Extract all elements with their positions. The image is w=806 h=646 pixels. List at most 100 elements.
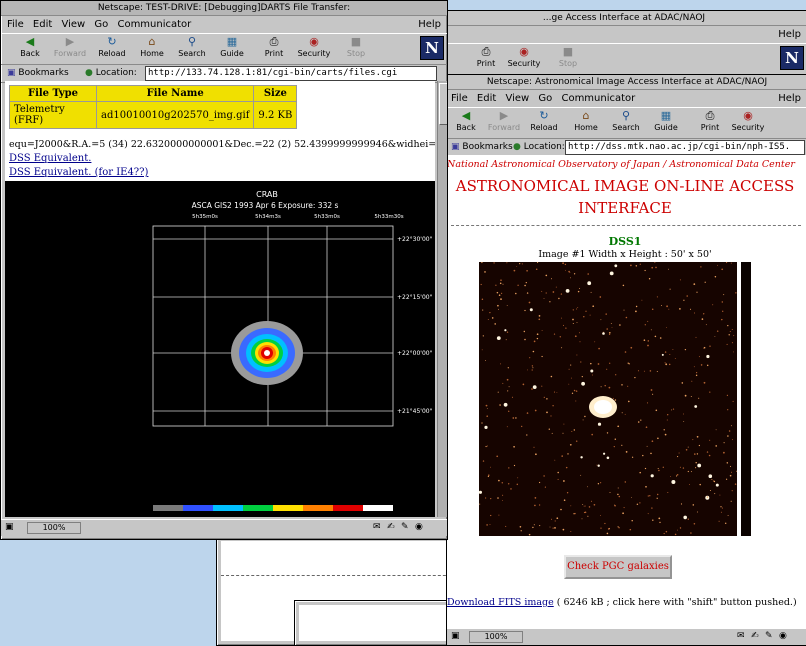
- back-arrow-icon: ◀: [25, 35, 35, 48]
- home-button[interactable]: ⌂ Home: [133, 35, 171, 59]
- navigator-icon[interactable]: ◉: [415, 522, 425, 532]
- column-header: File Type: [9, 85, 97, 102]
- asca-image-plot[interactable]: CRAB ASCA GIS2 1993 Apr 6 Exposure: 332 …: [5, 181, 435, 517]
- bookmark-icon: ▣: [7, 68, 16, 78]
- menu-file[interactable]: File: [7, 19, 24, 30]
- column-header: File Name: [95, 85, 255, 102]
- lock-icon: ◉: [519, 45, 529, 58]
- plot-object-name: CRAB: [256, 190, 278, 199]
- mail-icon[interactable]: ✉: [373, 522, 383, 532]
- location-url-field[interactable]: http://dss.mtk.nao.ac.jp/cgi-bin/nph-IS5…: [565, 140, 805, 155]
- survey-label: DSS1: [608, 235, 642, 248]
- scrollbar-thumb[interactable]: [439, 83, 447, 125]
- stop-button[interactable]: ■ Stop: [337, 35, 375, 59]
- security-button[interactable]: ◉ Security: [295, 35, 333, 59]
- security-button[interactable]: ◉ Security: [505, 45, 543, 69]
- ra-tick-label: 5h33m0s: [314, 214, 340, 220]
- divider: [451, 225, 801, 226]
- netscape-logo: N: [780, 46, 804, 70]
- menu-go[interactable]: Go: [538, 93, 552, 104]
- dss-equivalent-link[interactable]: DSS Equivalent.: [9, 153, 91, 164]
- table-cell: 9.2 KB: [253, 101, 298, 129]
- ra-tick-label: 5h33m30s: [374, 214, 403, 220]
- forward-button[interactable]: ▶ Forward: [485, 109, 523, 133]
- background-browser-window: ...ge Access Interface at ADAC/NAOJ Help…: [440, 10, 806, 82]
- stop-icon: ■: [350, 35, 362, 48]
- query-string: equ=J2000&R.A.=5 (34) 22.6320000000001&D…: [9, 139, 435, 150]
- vertical-scrollbar[interactable]: [437, 81, 447, 517]
- background-window-lower-2: [294, 600, 456, 646]
- discussion-icon[interactable]: ✍: [387, 522, 397, 532]
- menu-bar: Help: [441, 26, 806, 43]
- back-button[interactable]: ◀ Back: [447, 109, 485, 133]
- menu-edit[interactable]: Edit: [477, 93, 496, 104]
- forward-arrow-icon: ▶: [499, 109, 509, 122]
- reload-button[interactable]: ↻ Reload: [93, 35, 131, 59]
- image-edge-dark: [741, 262, 751, 536]
- menu-communicator[interactable]: Communicator: [117, 19, 191, 30]
- table-cell: Telemetry (FRF): [9, 101, 97, 129]
- composer-icon[interactable]: ✎: [401, 522, 411, 532]
- status-bar: ▣ 100% ✉ ✍ ✎ ◉: [447, 628, 806, 645]
- menu-view[interactable]: View: [61, 19, 85, 30]
- table-row: Telemetry (FRF) ad10010010g202570_img.gi…: [9, 101, 298, 129]
- reload-button[interactable]: ↻ Reload: [525, 109, 563, 133]
- print-button[interactable]: ⎙ Print: [467, 45, 505, 69]
- guide-button[interactable]: ▦ Guide: [213, 35, 251, 59]
- organization-line: National Astronomical Observatory of Jap…: [447, 159, 795, 170]
- progress-indicator: 100%: [469, 631, 523, 643]
- security-status-icon[interactable]: ▣: [5, 522, 15, 532]
- download-fits-link[interactable]: Download FITS image: [447, 597, 554, 608]
- file-name-link[interactable]: ad10010010g202570_img.gif: [95, 101, 255, 129]
- image-caption: Image #1 Width x Height : 50' x 50': [538, 249, 712, 260]
- menu-communicator[interactable]: Communicator: [561, 93, 635, 104]
- composer-icon[interactable]: ✎: [765, 631, 775, 641]
- home-button[interactable]: ⌂ Home: [567, 109, 605, 133]
- navigation-toolbar: ◀ Back ▶ Forward ↻ Reload ⌂ Home ⚲ Search ▦ Gu…: [1, 33, 447, 65]
- search-button[interactable]: ⚲ Search: [173, 35, 211, 59]
- search-icon: ⚲: [187, 35, 197, 48]
- dec-tick-label: +22°15'00": [397, 294, 433, 301]
- menu-file[interactable]: File: [451, 93, 468, 104]
- bookmarks-button[interactable]: ▣ Bookmarks: [451, 142, 513, 152]
- menu-help[interactable]: Help: [778, 26, 801, 43]
- discussion-icon[interactable]: ✍: [751, 631, 761, 641]
- mail-icon[interactable]: ✉: [737, 631, 747, 641]
- navigator-icon[interactable]: ◉: [779, 631, 789, 641]
- back-button[interactable]: ◀ Back: [11, 35, 49, 59]
- forward-button[interactable]: ▶ Forward: [51, 35, 89, 59]
- reload-icon: ↻: [107, 35, 117, 48]
- check-pgc-galaxies-button[interactable]: Check PGC galaxies: [564, 555, 672, 579]
- menu-edit[interactable]: Edit: [33, 19, 52, 30]
- menu-bar: File Edit View Go Communicator Help: [447, 90, 806, 107]
- dss-equivalent-ie4-link[interactable]: DSS Equivalent. (for IE4??): [9, 167, 148, 178]
- dec-tick-label: +21°45'00": [397, 408, 433, 415]
- lock-icon: ◉: [743, 109, 753, 122]
- plot-background: [5, 181, 435, 517]
- navigation-toolbar: ◀ Back ▶ Forward ↻ Reload ⌂ Home ⚲ Search ▦ Gu…: [447, 107, 806, 139]
- stop-icon: ■: [562, 45, 574, 58]
- menu-go[interactable]: Go: [94, 19, 108, 30]
- location-label: ● Location:: [513, 142, 565, 152]
- bookmarks-button[interactable]: ▣ Bookmarks: [7, 68, 69, 78]
- menu-help[interactable]: Help: [418, 16, 441, 33]
- security-status-icon[interactable]: ▣: [451, 631, 461, 641]
- download-note: ( 6246 kB ; click here with "shift" butt…: [556, 597, 797, 608]
- location-icon: ●: [513, 142, 521, 152]
- printer-icon: ⎙: [269, 35, 279, 48]
- location-url-field[interactable]: http://133.74.128.1:81/cgi-bin/carts/fil…: [145, 66, 437, 81]
- bookmark-icon: ▣: [451, 142, 460, 152]
- stop-button[interactable]: ■ Stop: [549, 45, 587, 69]
- forward-arrow-icon: ▶: [65, 35, 75, 48]
- print-button[interactable]: ⎙ Print: [255, 35, 293, 59]
- guide-button[interactable]: ▦ Guide: [647, 109, 685, 133]
- window-title: Netscape: Astronomical Image Access Inte…: [447, 75, 806, 90]
- print-button[interactable]: ⎙ Print: [691, 109, 729, 133]
- menu-view[interactable]: View: [505, 93, 529, 104]
- location-icon: ●: [85, 68, 93, 78]
- menu-help[interactable]: Help: [778, 90, 801, 107]
- search-button[interactable]: ⚲ Search: [607, 109, 645, 133]
- search-icon: ⚲: [621, 109, 631, 122]
- dss-sky-image[interactable]: [479, 262, 751, 536]
- security-button[interactable]: ◉ Security: [729, 109, 767, 133]
